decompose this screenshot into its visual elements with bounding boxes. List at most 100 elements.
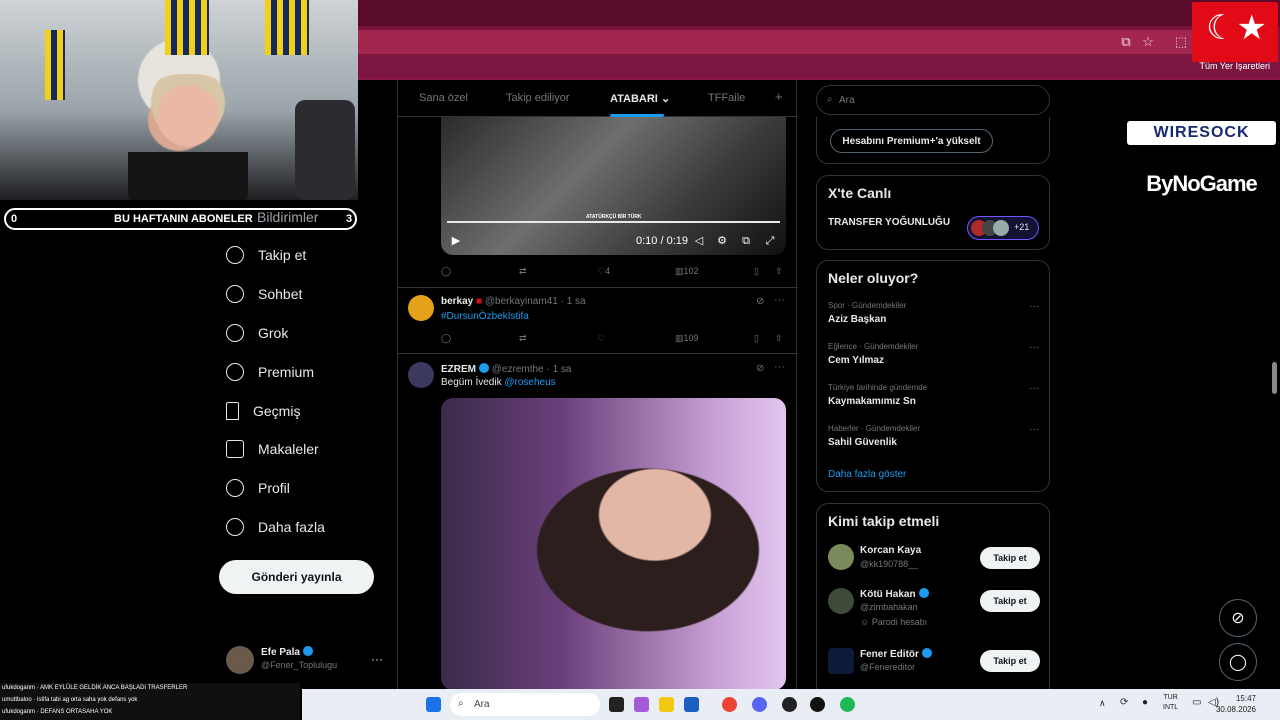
task-view-icon[interactable] xyxy=(609,697,624,712)
store-icon[interactable] xyxy=(684,697,699,712)
nav-item-articles[interactable]: Makaleler xyxy=(226,435,319,463)
nav-item-profile[interactable]: Profil xyxy=(226,474,290,502)
live-item[interactable]: TRANSFER YOĞUNLUĞU xyxy=(828,217,950,228)
nav-item-follow[interactable]: Takip et xyxy=(226,241,306,269)
account-switcher[interactable]: Efe Pala @Fener_Toplulugu ··· xyxy=(226,644,386,674)
sync-icon[interactable]: ⟳ xyxy=(1120,697,1128,708)
search-input[interactable]: ⌕ Ara xyxy=(816,85,1050,115)
discord-icon[interactable] xyxy=(752,697,767,712)
file-explorer-icon[interactable] xyxy=(659,697,674,712)
network-icon[interactable]: ▭ xyxy=(1192,697,1201,708)
video-player[interactable]: ATATÜRKÇÜ BİR TÜRK ▶ 0:10 / 0:19 ◁ ⚙ ⧉ ⤢ xyxy=(441,117,786,255)
pip-icon[interactable]: ⧉ xyxy=(739,234,753,248)
copilot-icon[interactable] xyxy=(634,697,649,712)
windows-start-icon[interactable] xyxy=(426,697,441,712)
follow-name[interactable]: Korcan Kaya xyxy=(860,545,921,556)
retweet-icon[interactable]: ⇄ xyxy=(519,333,527,344)
live-participants[interactable]: +21 xyxy=(967,216,1039,240)
taskbar-search[interactable]: ⌕ Ara xyxy=(450,693,600,716)
avatar[interactable] xyxy=(828,588,854,614)
share-icon[interactable]: ⇧ xyxy=(775,266,783,277)
chevron-up-icon[interactable]: ∧ xyxy=(1099,698,1106,709)
trend-name[interactable]: Aziz Başkan xyxy=(828,314,886,325)
trend-name[interactable]: Sahil Güvenlik xyxy=(828,437,897,448)
more-icon[interactable]: ··· xyxy=(1029,424,1039,435)
spotify-icon[interactable] xyxy=(840,697,855,712)
cast-icon[interactable]: ⧉ xyxy=(1118,34,1134,50)
follow-name[interactable]: Fener Editör xyxy=(860,648,932,660)
bookmark-icon[interactable]: ▯ xyxy=(754,266,759,277)
address-bar[interactable] xyxy=(358,30,1193,54)
chat-float-icon[interactable]: ◯ xyxy=(1219,643,1257,681)
steam-icon[interactable] xyxy=(782,697,797,712)
follow-name[interactable]: Kötü Hakan xyxy=(860,588,929,600)
volume-icon[interactable]: ◁ xyxy=(692,234,706,248)
app-icon[interactable] xyxy=(810,697,825,712)
settings-icon[interactable]: ⚙ xyxy=(715,234,729,248)
avatar[interactable] xyxy=(828,648,854,674)
trend-name[interactable]: Kaymakamımız Sn xyxy=(828,396,916,407)
more-icon[interactable]: ··· xyxy=(1029,342,1039,353)
star-icon[interactable]: ☆ xyxy=(1140,34,1156,50)
video-progress-bar[interactable] xyxy=(447,221,780,223)
fullscreen-icon[interactable]: ⤢ xyxy=(763,234,777,248)
premium-upgrade-button[interactable]: Hesabını Premium+'a yükselt xyxy=(830,129,993,153)
more-icon[interactable]: ··· xyxy=(1029,383,1039,394)
nav-item-notifications[interactable]: Bildirimler xyxy=(257,203,318,231)
grok-icon[interactable]: ⊘ xyxy=(756,296,764,307)
retweet-icon[interactable]: ⇄ xyxy=(519,266,527,277)
trend-name[interactable]: Cem Yılmaz xyxy=(828,355,884,366)
post-button[interactable]: Gönderi yayınla xyxy=(219,560,374,594)
avatar[interactable] xyxy=(408,362,434,388)
add-tab-icon[interactable]: + xyxy=(775,89,783,104)
show-more-link[interactable]: Daha fazla göster xyxy=(828,469,906,480)
more-icon[interactable]: ··· xyxy=(1029,301,1039,312)
mention-link[interactable]: @roseheus xyxy=(504,377,555,388)
live-title: X'te Canlı xyxy=(828,185,892,201)
taskbar-clock[interactable]: 15:47 30.08.2026 xyxy=(1216,693,1256,715)
reply-icon[interactable]: ◯ xyxy=(441,333,451,344)
tweet-photo[interactable] xyxy=(441,398,786,690)
tab-for-you[interactable]: Sana özel xyxy=(419,92,468,104)
grok-icon[interactable]: ⊘ xyxy=(756,363,764,374)
share-icon[interactable]: ⇧ xyxy=(775,333,783,344)
nav-item-bookmarks[interactable]: Geçmiş xyxy=(226,397,300,425)
reply-icon[interactable]: ◯ xyxy=(441,266,451,277)
more-options-icon[interactable]: ··· xyxy=(371,652,383,666)
views-button[interactable]: ▥ 109 xyxy=(675,333,699,344)
tweet-text[interactable]: #DursunÖzbekİstifa xyxy=(441,311,529,322)
page-scrollbar[interactable] xyxy=(1272,362,1277,394)
extensions-icon[interactable]: ⬚ xyxy=(1173,34,1189,50)
nav-item-chat[interactable]: Sohbet xyxy=(226,280,302,308)
bookmark-icon[interactable]: ▯ xyxy=(754,333,759,344)
more-icon[interactable]: ··· xyxy=(774,294,785,306)
mic-icon[interactable]: ● xyxy=(1142,697,1148,708)
chrome-icon[interactable] xyxy=(722,697,737,712)
input-language[interactable]: TUR INTL xyxy=(1163,693,1178,713)
tab-tffaile[interactable]: TFFaile xyxy=(708,92,745,104)
nav-item-grok[interactable]: Grok xyxy=(226,319,288,347)
grok-float-icon[interactable]: ⊘ xyxy=(1219,599,1257,637)
like-icon[interactable]: ♡ xyxy=(597,333,605,344)
follow-button[interactable]: Takip et xyxy=(980,547,1040,569)
nav-item-more[interactable]: Daha fazla xyxy=(226,513,325,541)
tweet-handle[interactable]: @berkayinam41 xyxy=(485,296,558,307)
avatar[interactable] xyxy=(828,544,854,570)
tab-atabari[interactable]: ATABARI ⌄ xyxy=(610,92,670,105)
tweet-author[interactable]: berkay xyxy=(441,296,473,307)
follow-button[interactable]: Takip et xyxy=(980,650,1040,672)
follow-name-text: Fener Editör xyxy=(860,649,919,660)
play-icon[interactable]: ▶ xyxy=(449,234,463,248)
tab-following[interactable]: Takip ediliyor xyxy=(506,92,570,104)
avatar[interactable] xyxy=(408,295,434,321)
all-bookmarks-link[interactable]: Tüm Yer İşaretleri xyxy=(1199,61,1270,71)
tweet-time: · 1 sa xyxy=(546,364,572,375)
views-button[interactable]: ▥ 102 xyxy=(675,266,699,277)
tweet-handle[interactable]: @ezremthe xyxy=(492,364,544,375)
like-button[interactable]: ♡ 4 xyxy=(597,266,610,277)
nav-item-premium[interactable]: Premium xyxy=(226,358,314,386)
timeline-tabs: Sana özel Takip ediliyor ATABARI ⌄ TFFai… xyxy=(398,80,798,117)
tweet-author[interactable]: EZREM xyxy=(441,364,476,375)
more-icon[interactable]: ··· xyxy=(774,361,785,373)
follow-button[interactable]: Takip et xyxy=(980,590,1040,612)
